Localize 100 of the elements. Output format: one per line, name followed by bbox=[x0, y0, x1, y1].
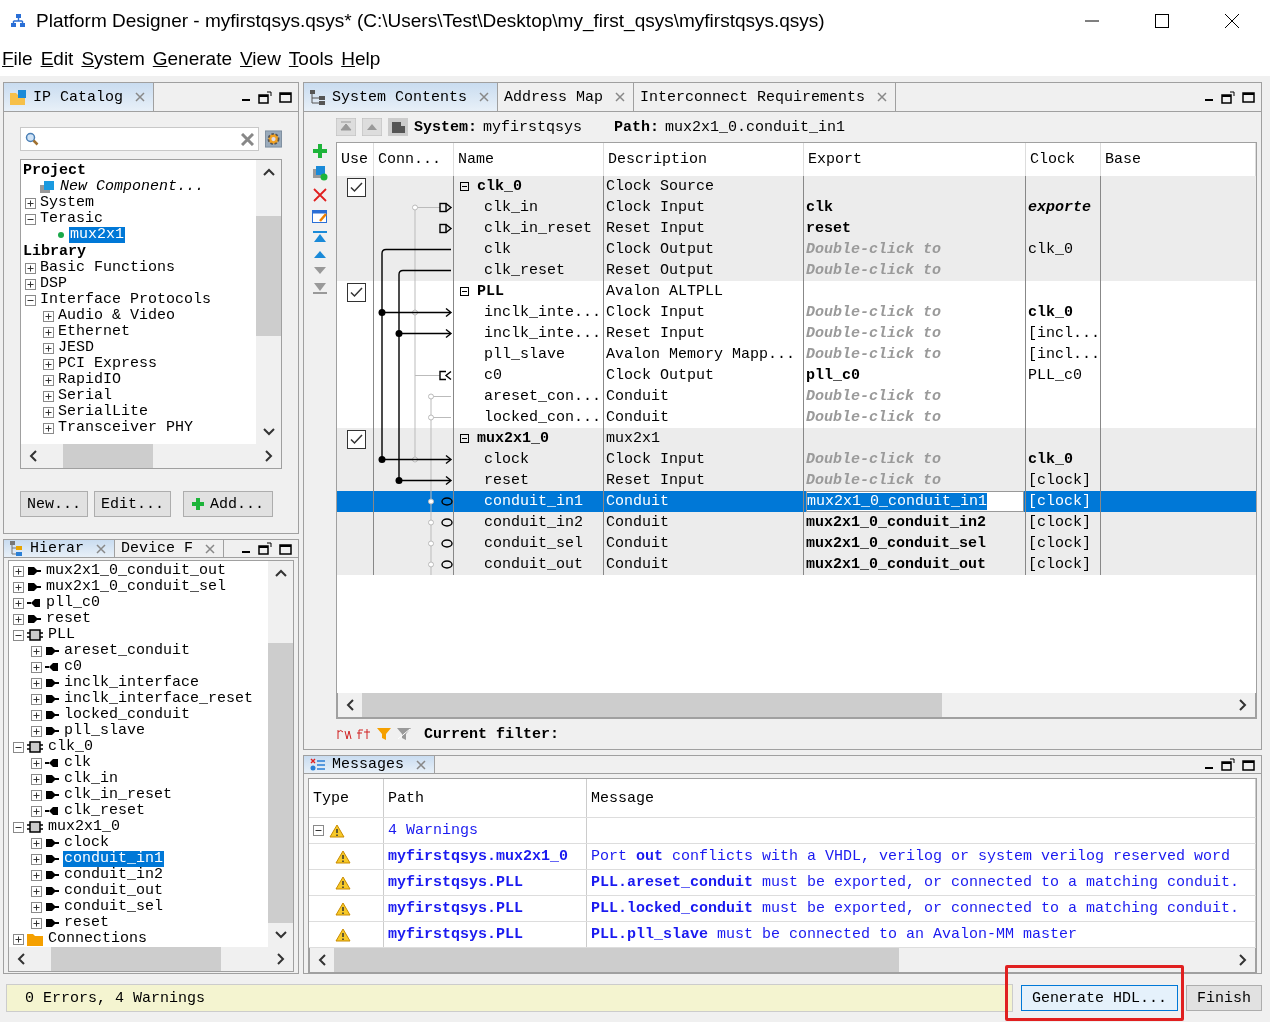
expand-icon[interactable] bbox=[31, 837, 42, 849]
column-header[interactable]: Path bbox=[384, 779, 587, 817]
expand-icon[interactable] bbox=[31, 901, 42, 913]
tree-item[interactable]: areset_conduit bbox=[63, 643, 192, 659]
tree-item[interactable]: clock bbox=[63, 835, 110, 851]
restore-icon[interactable] bbox=[258, 542, 272, 555]
chevron-up-icon[interactable] bbox=[274, 569, 287, 577]
checkbox[interactable] bbox=[346, 283, 366, 302]
tree-item[interactable]: locked_conduit bbox=[63, 707, 192, 723]
expand-icon[interactable] bbox=[31, 885, 42, 897]
funnel-icon[interactable] bbox=[396, 727, 412, 741]
tree-item[interactable]: Ethernet bbox=[57, 324, 131, 340]
action-button[interactable]: Finish bbox=[1186, 985, 1262, 1011]
tree-item[interactable]: clk bbox=[63, 755, 92, 771]
expand-icon[interactable] bbox=[31, 917, 42, 929]
tree-item[interactable]: conduit_out bbox=[63, 883, 165, 899]
scrollbar-thumb[interactable] bbox=[362, 693, 942, 717]
expand-icon[interactable] bbox=[31, 789, 42, 801]
scrollbar-thumb[interactable] bbox=[63, 444, 153, 468]
catalog-button[interactable]: Add... bbox=[183, 491, 274, 517]
expand-icon[interactable] bbox=[43, 342, 54, 354]
restore-icon[interactable] bbox=[1221, 758, 1235, 771]
tree-item[interactable]: mux2x1_0 bbox=[47, 819, 121, 835]
catalog-button[interactable]: Edit... bbox=[94, 491, 172, 517]
action-button[interactable]: Generate HDL... bbox=[1020, 985, 1178, 1011]
add-component-icon[interactable] bbox=[312, 165, 328, 181]
tree-item[interactable]: inclk_interface bbox=[63, 675, 201, 691]
collapse-icon[interactable] bbox=[460, 434, 469, 443]
settings-icon[interactable] bbox=[265, 129, 282, 149]
expand-icon[interactable] bbox=[43, 310, 54, 322]
chevron-left-icon[interactable] bbox=[29, 450, 37, 462]
tree-item[interactable]: mux2x1_0_conduit_out bbox=[45, 563, 228, 579]
tree-item[interactable]: pll_c0 bbox=[45, 595, 101, 611]
chevron-right-icon[interactable] bbox=[265, 450, 273, 462]
expand-icon[interactable] bbox=[31, 709, 42, 721]
expand-icon[interactable] bbox=[43, 358, 54, 370]
maximize-icon[interactable] bbox=[1242, 91, 1255, 103]
clear-icon[interactable] bbox=[241, 132, 254, 146]
tree-item[interactable]: PLL bbox=[47, 627, 76, 643]
tree-item[interactable]: JESD bbox=[57, 340, 95, 356]
expand-icon[interactable] bbox=[31, 693, 42, 705]
panel-tab[interactable]: Messages bbox=[304, 756, 435, 773]
tree-item[interactable]: SerialLite bbox=[57, 404, 149, 420]
remove-icon[interactable] bbox=[313, 188, 327, 202]
expand-icon[interactable] bbox=[25, 278, 36, 290]
expand-icon[interactable] bbox=[25, 262, 36, 274]
maximize-icon[interactable] bbox=[1154, 13, 1170, 29]
maximize-icon[interactable] bbox=[279, 91, 292, 103]
tree-item[interactable]: RapidIO bbox=[57, 372, 122, 388]
column-header[interactable]: Type bbox=[309, 779, 384, 817]
chevron-down-icon[interactable] bbox=[262, 428, 275, 436]
move-top-icon[interactable] bbox=[313, 231, 327, 243]
scrollbar[interactable] bbox=[20, 444, 282, 469]
chevron-left-icon[interactable] bbox=[346, 699, 354, 711]
menu-item[interactable]: Tools bbox=[288, 48, 334, 70]
scrollbar[interactable] bbox=[337, 693, 1256, 718]
tree-item[interactable]: clk_in bbox=[63, 771, 119, 787]
tree-item[interactable]: PCI Express bbox=[57, 356, 159, 372]
tree-item[interactable]: clk_0 bbox=[47, 739, 94, 755]
expand-icon[interactable] bbox=[43, 374, 54, 386]
chevron-left-icon[interactable] bbox=[318, 954, 326, 966]
expand-icon[interactable] bbox=[13, 597, 24, 609]
expand-icon[interactable] bbox=[31, 757, 42, 769]
tree-item[interactable]: Interface Protocols bbox=[39, 292, 213, 308]
tree-item[interactable]: Terasic bbox=[39, 211, 104, 227]
scrollbar[interactable] bbox=[8, 947, 294, 972]
scrollbar-thumb[interactable] bbox=[334, 948, 899, 972]
menu-item[interactable]: View bbox=[240, 48, 281, 70]
collapse-icon[interactable] bbox=[25, 294, 36, 306]
expand-icon[interactable] bbox=[31, 773, 42, 785]
expand-icon[interactable] bbox=[31, 853, 42, 865]
expand-icon[interactable] bbox=[31, 661, 42, 673]
tree-item[interactable]: DSP bbox=[39, 276, 68, 292]
expand-icon[interactable] bbox=[31, 869, 42, 881]
expand-icon[interactable] bbox=[43, 406, 54, 418]
tree-item[interactable]: Serial bbox=[57, 388, 113, 404]
collapse-icon[interactable] bbox=[460, 182, 469, 191]
export-field[interactable]: mux2x1_0_conduit_in1 bbox=[806, 491, 1024, 512]
checkbox[interactable] bbox=[346, 178, 366, 197]
move-up-icon[interactable] bbox=[313, 250, 327, 259]
expand-icon[interactable] bbox=[31, 725, 42, 737]
restore-icon[interactable] bbox=[258, 90, 272, 104]
tree-item[interactable]: mux2x1_0_conduit_sel bbox=[45, 579, 228, 595]
maximize-icon[interactable] bbox=[279, 542, 292, 555]
panel-tab[interactable]: Hierar bbox=[4, 540, 115, 557]
tree-item[interactable]: New Component... bbox=[59, 179, 206, 195]
collapse-icon[interactable] bbox=[13, 629, 24, 641]
menu-item[interactable]: Generate bbox=[152, 48, 232, 70]
tree-item[interactable]: Audio & Video bbox=[57, 308, 177, 324]
column-header[interactable]: Message bbox=[587, 779, 1256, 817]
tree-item[interactable]: pll_slave bbox=[63, 723, 146, 739]
expand-icon[interactable] bbox=[13, 581, 24, 593]
chevron-down-icon[interactable] bbox=[274, 931, 287, 939]
expand-icon[interactable] bbox=[43, 422, 54, 434]
checkbox[interactable] bbox=[346, 430, 366, 449]
expand-icon[interactable] bbox=[25, 197, 36, 209]
maximize-icon[interactable] bbox=[1242, 758, 1255, 771]
expand-icon[interactable] bbox=[31, 677, 42, 689]
catalog-button[interactable]: New... bbox=[20, 491, 88, 517]
collapse-icon[interactable] bbox=[13, 741, 24, 753]
